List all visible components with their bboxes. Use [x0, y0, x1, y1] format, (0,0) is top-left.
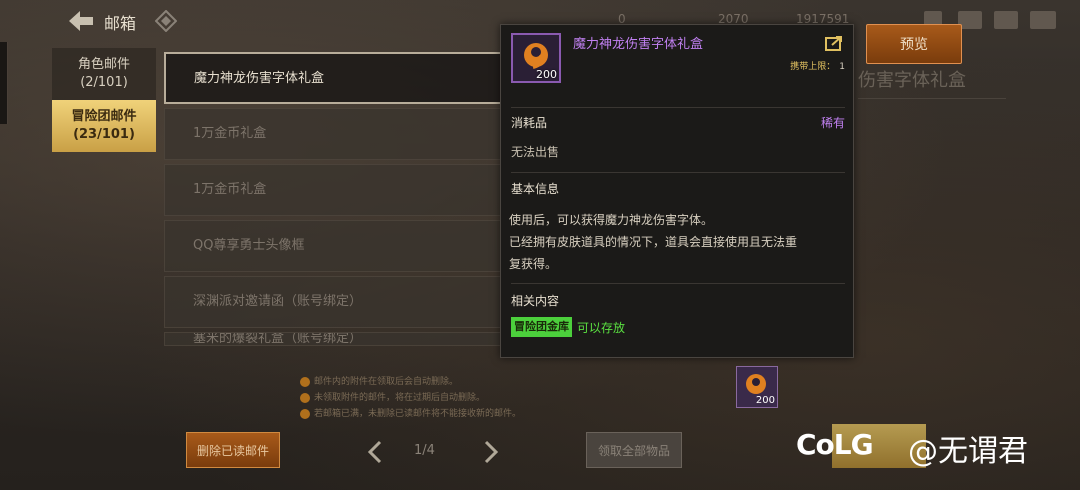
divider	[511, 283, 845, 284]
menu-icon[interactable]	[1030, 11, 1056, 29]
attachment-item[interactable]: 200	[736, 366, 778, 408]
item-description: 使用后，可以获得魔力神龙伤害字体。 已经拥有皮肤道具的情况下，道具会直接使用且无…	[509, 209, 843, 275]
tab-count: (23/101)	[73, 127, 135, 142]
prev-page-icon[interactable]	[366, 440, 384, 464]
delete-read-button[interactable]: 删除已读邮件	[186, 432, 280, 468]
back-arrow-icon[interactable]	[66, 8, 96, 34]
carry-limit: 携带上限： 1	[790, 59, 845, 72]
share-icon[interactable]	[825, 35, 843, 51]
page-title: 邮箱	[104, 14, 137, 33]
collect-all-button[interactable]: 领取全部物品	[586, 432, 682, 468]
carry-limit-label: 携带上限：	[790, 62, 836, 72]
storage-badge: 冒险团金库	[511, 317, 572, 337]
desc-line: 已经拥有皮肤道具的情况下，道具会直接使用且无法重	[509, 235, 798, 249]
item-tooltip: 200 魔力神龙伤害字体礼盒 携带上限： 1 消耗品 稀有 无法出售 基本信息 使…	[500, 24, 854, 358]
info-icon	[300, 392, 310, 403]
divider	[511, 172, 845, 173]
info-icon	[300, 376, 310, 387]
tab-label: 冒险团邮件	[71, 109, 137, 124]
carry-limit-value: 1	[839, 62, 845, 72]
trade-status: 无法出售	[511, 145, 560, 159]
mail-notes: 邮件内的附件在领取后会自动删除。 未领取附件的邮件，将在过期后自动删除。 若邮箱…	[300, 374, 521, 422]
tab-character-mail[interactable]: 角色邮件 (2/101)	[52, 48, 156, 100]
tab-count: (2/101)	[80, 75, 128, 90]
detail-title: 伤害字体礼盒	[858, 70, 966, 91]
item-icon: 200	[511, 33, 561, 83]
divider	[511, 107, 845, 108]
message-icon[interactable]	[994, 11, 1018, 29]
note-line: 未领取附件的邮件，将在过期后自动删除。	[300, 390, 521, 406]
tab-adventure-mail[interactable]: 冒险团邮件 (23/101)	[52, 100, 156, 152]
note-line: 若邮箱已满，未删除已读邮件将不能接收新的邮件。	[300, 406, 521, 422]
divider	[858, 98, 1006, 99]
item-type: 消耗品	[511, 116, 548, 130]
page-indicator: 1/4	[414, 443, 435, 458]
tab-label: 角色邮件	[77, 57, 130, 72]
note-line: 邮件内的附件在领取后会自动删除。	[300, 374, 521, 390]
side-handle[interactable]	[0, 42, 8, 124]
help-diamond-icon[interactable]	[155, 10, 177, 32]
next-page-icon[interactable]	[482, 440, 500, 464]
related-heading: 相关内容	[511, 294, 560, 308]
preview-button[interactable]: 预览	[866, 24, 962, 64]
item-name: 魔力神龙伤害字体礼盒	[573, 37, 704, 52]
info-icon	[300, 408, 310, 419]
colg-logo: CoLG	[796, 428, 874, 461]
watermark-text: @无谓君	[908, 434, 1028, 469]
desc-line: 复获得。	[509, 257, 558, 271]
item-rarity: 稀有	[820, 116, 845, 130]
item-count: 200	[536, 68, 557, 81]
storable-status: 可以存放	[577, 321, 626, 335]
desc-line: 使用后，可以获得魔力神龙伤害字体。	[509, 213, 714, 227]
item-count: 200	[755, 395, 775, 406]
basic-info-heading: 基本信息	[511, 182, 560, 196]
